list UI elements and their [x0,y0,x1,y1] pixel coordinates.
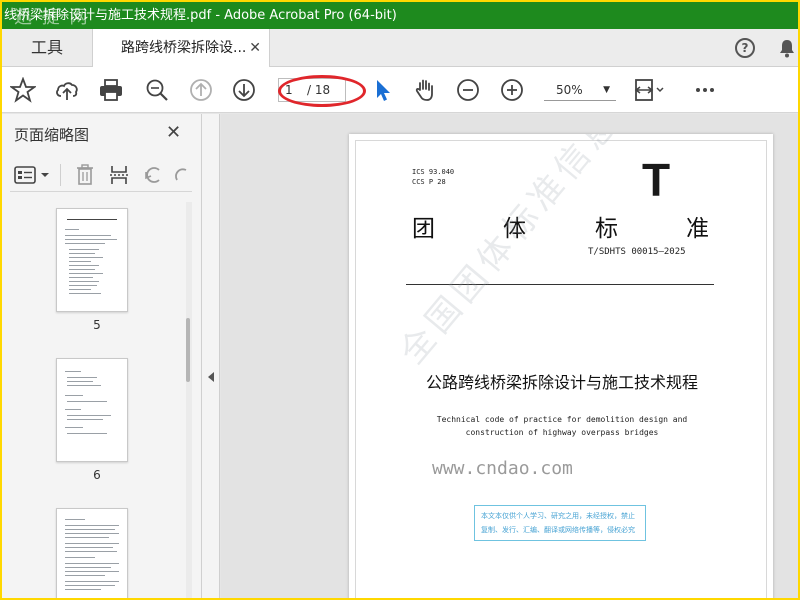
site-watermark: www.cndao.com [432,458,573,479]
zoom-in-icon[interactable] [499,77,525,103]
copyright-notice: 本文本仅供个人学习、研究之用，未经授权，禁止 复制、发行、汇编、翻译或网络传播等… [474,505,646,541]
divider [60,164,61,186]
panel-toolbar [10,158,192,192]
more-icon[interactable] [692,77,718,103]
tab-document-label: 路跨线桥梁拆除设... [121,40,247,56]
zoom-search-icon[interactable] [144,77,170,103]
zoom-out-icon[interactable] [455,77,481,103]
standard-logo-letter: T [642,154,671,206]
chevron-down-icon: ▼ [603,85,610,95]
panel-title: 页面缩略图 [14,126,90,144]
standard-char: 体 [503,216,526,242]
page-thumbnail[interactable] [56,508,128,598]
page-up-icon[interactable] [188,77,214,103]
annotation-highlight-ellipse [278,75,366,107]
divider [406,284,714,285]
document-title-en: Technical code of practice for demolitio… [436,415,688,437]
hand-icon[interactable] [412,77,438,103]
standard-number: T/SDHTS 00015—2025 [588,247,686,257]
panel-splitter[interactable] [202,114,220,598]
thumbnail-list: 5 6 [12,198,182,598]
cloud-upload-icon[interactable] [54,77,80,103]
print-icon[interactable] [98,77,124,103]
document-title-cn: 公路跨线桥梁拆除设计与施工技术规程 [425,373,698,392]
page-down-icon[interactable] [231,77,257,103]
zoom-level-value: 50% [556,83,583,97]
trash-icon[interactable] [74,163,96,187]
ics-code: ICS 93.040 CCS P 28 [412,168,455,186]
scrollbar-thumb[interactable] [186,318,190,382]
star-icon[interactable] [10,77,36,103]
thumbnail-label: 5 [93,318,101,332]
tab-document[interactable]: 路跨线桥梁拆除设... ✕ [92,29,270,68]
thumbnail-options-icon[interactable] [12,164,54,186]
close-icon[interactable]: ✕ [166,122,181,143]
thumbnail-panel: 页面缩略图 ✕ 5 6 [2,114,202,598]
rotate-cw-icon[interactable] [172,163,192,187]
thumbnail-label: 6 [93,468,101,482]
page-thumbnail[interactable] [56,358,128,462]
tab-bar: 工具 路跨线桥梁拆除设... ✕ ? [2,29,798,68]
pdf-page: ICS 93.040 CCS P 28 T 团 体 标 准 T/SDHTS 00… [349,134,773,598]
document-view: ICS 93.040 CCS P 28 T 团 体 标 准 T/SDHTS 00… [221,114,798,598]
page-thumbnail[interactable] [56,208,128,312]
tab-tools[interactable]: 工具 [2,29,92,67]
window-title: 线桥梁拆除设计与施工技术规程.pdf - Adobe Acrobat Pro (… [4,8,397,23]
standard-char: 标 [595,216,618,242]
close-icon[interactable]: ✕ [249,29,261,67]
standard-char: 准 [686,216,709,242]
app-window: 线桥梁拆除设计与施工技术规程.pdf - Adobe Acrobat Pro (… [2,2,798,598]
help-icon[interactable]: ? [735,38,755,58]
zoom-level-dropdown[interactable]: 50% ▼ [544,79,616,101]
toolbar: 1 / 18 50% ▼ [2,67,798,113]
fit-page-icon[interactable] [632,77,666,103]
bell-icon[interactable] [778,38,796,58]
rotate-ccw-icon[interactable] [142,163,164,187]
select-cursor-icon[interactable] [370,77,396,103]
collapse-panel-icon[interactable] [208,372,214,382]
title-bar: 线桥梁拆除设计与施工技术规程.pdf - Adobe Acrobat Pro (… [2,2,798,29]
standard-char: 团 [412,216,435,242]
page-content: ICS 93.040 CCS P 28 T 团 体 标 准 T/SDHTS 00… [355,134,767,598]
thumbnail-scrollbar[interactable] [186,202,192,598]
insert-pages-icon[interactable] [108,163,130,187]
standard-type-heading: 团 体 标 准 [412,209,712,242]
